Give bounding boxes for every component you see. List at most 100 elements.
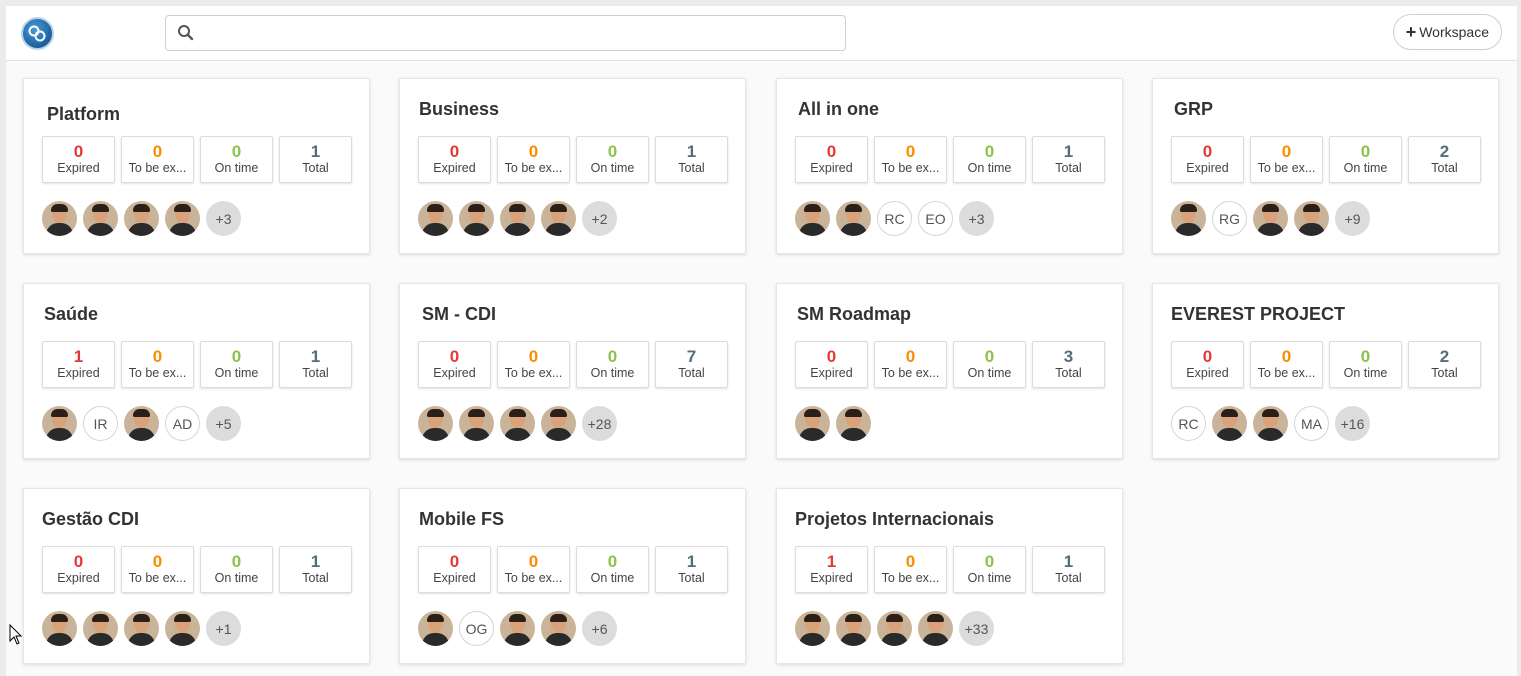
stat-on-time[interactable]: 0 On time — [200, 341, 273, 388]
stat-expired[interactable]: 0 Expired — [795, 136, 868, 183]
avatar[interactable] — [165, 611, 200, 646]
stat-to-be-expired[interactable]: 0 To be ex... — [874, 546, 947, 593]
avatar[interactable] — [541, 611, 576, 646]
avatar[interactable] — [1253, 201, 1288, 236]
stat-to-be-expired[interactable]: 0 To be ex... — [497, 546, 570, 593]
more-members-badge[interactable]: +3 — [206, 201, 241, 236]
stat-expired[interactable]: 1 Expired — [795, 546, 868, 593]
stat-expired[interactable]: 0 Expired — [42, 546, 115, 593]
avatar[interactable] — [500, 201, 535, 236]
stat-on-time[interactable]: 0 On time — [200, 546, 273, 593]
stat-to-be-expired[interactable]: 0 To be ex... — [1250, 136, 1323, 183]
workspace-card[interactable]: Mobile FS 0 Expired 0 To be ex... 0 On time 1 To… — [399, 488, 746, 664]
stat-on-time[interactable]: 0 On time — [200, 136, 273, 183]
avatar-initials[interactable]: IR — [83, 406, 118, 441]
stat-total[interactable]: 1 Total — [655, 136, 728, 183]
stat-expired[interactable]: 0 Expired — [418, 546, 491, 593]
more-members-badge[interactable]: +9 — [1335, 201, 1370, 236]
avatar[interactable] — [836, 611, 871, 646]
stat-total[interactable]: 1 Total — [279, 546, 352, 593]
stat-on-time[interactable]: 0 On time — [953, 546, 1026, 593]
avatar[interactable] — [165, 201, 200, 236]
avatar[interactable] — [42, 611, 77, 646]
stat-total[interactable]: 1 Total — [1032, 546, 1105, 593]
stat-to-be-expired[interactable]: 0 To be ex... — [121, 341, 194, 388]
workspace-card[interactable]: Gestão CDI 0 Expired 0 To be ex... 0 On time 1 T… — [23, 488, 370, 664]
avatar[interactable] — [836, 406, 871, 441]
stat-expired[interactable]: 0 Expired — [418, 136, 491, 183]
avatar[interactable] — [459, 406, 494, 441]
workspace-card[interactable]: GRP 0 Expired 0 To be ex... 0 On time 2 Total RG +… — [1152, 78, 1499, 254]
stat-total[interactable]: 1 Total — [1032, 136, 1105, 183]
stat-total[interactable]: 1 Total — [279, 136, 352, 183]
infinity-logo-icon[interactable] — [21, 17, 54, 50]
workspace-title[interactable]: SM - CDI — [422, 304, 496, 325]
more-members-badge[interactable]: +2 — [582, 201, 617, 236]
workspace-card[interactable]: Saúde 1 Expired 0 To be ex... 0 On time 1 Total I… — [23, 283, 370, 459]
avatar[interactable] — [795, 611, 830, 646]
avatar[interactable] — [418, 611, 453, 646]
search-input[interactable] — [202, 22, 832, 44]
stat-on-time[interactable]: 0 On time — [953, 136, 1026, 183]
workspace-title[interactable]: GRP — [1174, 99, 1213, 120]
workspace-title[interactable]: Platform — [47, 104, 120, 125]
workspace-title[interactable]: Mobile FS — [419, 509, 504, 530]
stat-to-be-expired[interactable]: 0 To be ex... — [874, 341, 947, 388]
avatar[interactable] — [42, 406, 77, 441]
avatar-initials[interactable]: MA — [1294, 406, 1329, 441]
avatar[interactable] — [418, 406, 453, 441]
avatar[interactable] — [918, 611, 953, 646]
stat-on-time[interactable]: 0 On time — [1329, 136, 1402, 183]
avatar[interactable] — [795, 201, 830, 236]
avatar-initials[interactable]: RG — [1212, 201, 1247, 236]
stat-total[interactable]: 2 Total — [1408, 341, 1481, 388]
stat-expired[interactable]: 0 Expired — [418, 341, 491, 388]
stat-total[interactable]: 3 Total — [1032, 341, 1105, 388]
more-members-badge[interactable]: +28 — [582, 406, 617, 441]
stat-expired[interactable]: 0 Expired — [1171, 136, 1244, 183]
more-members-badge[interactable]: +6 — [582, 611, 617, 646]
avatar[interactable] — [541, 201, 576, 236]
avatar-initials[interactable]: EO — [918, 201, 953, 236]
avatar[interactable] — [541, 406, 576, 441]
avatar[interactable] — [1294, 201, 1329, 236]
avatar[interactable] — [42, 201, 77, 236]
search-box[interactable] — [165, 15, 846, 51]
avatar[interactable] — [459, 201, 494, 236]
workspace-card[interactable]: EVEREST PROJECT 0 Expired 0 To be ex... 0 On t… — [1152, 283, 1499, 459]
workspace-title[interactable]: Gestão CDI — [42, 509, 139, 530]
stat-on-time[interactable]: 0 On time — [1329, 341, 1402, 388]
more-members-badge[interactable]: +33 — [959, 611, 994, 646]
avatar[interactable] — [83, 201, 118, 236]
stat-total[interactable]: 1 Total — [279, 341, 352, 388]
avatar-initials[interactable]: AD — [165, 406, 200, 441]
avatar[interactable] — [124, 611, 159, 646]
avatar[interactable] — [124, 201, 159, 236]
stat-to-be-expired[interactable]: 0 To be ex... — [121, 136, 194, 183]
more-members-badge[interactable]: +16 — [1335, 406, 1370, 441]
avatar[interactable] — [83, 611, 118, 646]
avatar[interactable] — [124, 406, 159, 441]
stat-on-time[interactable]: 0 On time — [576, 136, 649, 183]
workspace-card[interactable]: SM Roadmap 0 Expired 0 To be ex... 0 On time 3 T… — [776, 283, 1123, 459]
stat-to-be-expired[interactable]: 0 To be ex... — [874, 136, 947, 183]
workspace-title[interactable]: EVEREST PROJECT — [1171, 304, 1345, 325]
stat-on-time[interactable]: 0 On time — [576, 546, 649, 593]
stat-expired[interactable]: 0 Expired — [1171, 341, 1244, 388]
workspace-title[interactable]: Business — [419, 99, 499, 120]
workspace-title[interactable]: All in one — [798, 99, 879, 120]
stat-to-be-expired[interactable]: 0 To be ex... — [497, 341, 570, 388]
add-workspace-button[interactable]: + Workspace — [1392, 14, 1502, 50]
workspace-card[interactable]: Platform 0 Expired 0 To be ex... 0 On time 1 Tot… — [23, 78, 370, 254]
workspace-card[interactable]: Business 0 Expired 0 To be ex... 0 On time 1 Tot… — [399, 78, 746, 254]
avatar[interactable] — [1212, 406, 1247, 441]
stat-to-be-expired[interactable]: 0 To be ex... — [1250, 341, 1323, 388]
avatar[interactable] — [877, 611, 912, 646]
avatar[interactable] — [418, 201, 453, 236]
stat-expired[interactable]: 0 Expired — [42, 136, 115, 183]
stat-total[interactable]: 2 Total — [1408, 136, 1481, 183]
stat-total[interactable]: 7 Total — [655, 341, 728, 388]
stat-on-time[interactable]: 0 On time — [576, 341, 649, 388]
avatar-initials[interactable]: OG — [459, 611, 494, 646]
workspace-title[interactable]: Saúde — [44, 304, 98, 325]
